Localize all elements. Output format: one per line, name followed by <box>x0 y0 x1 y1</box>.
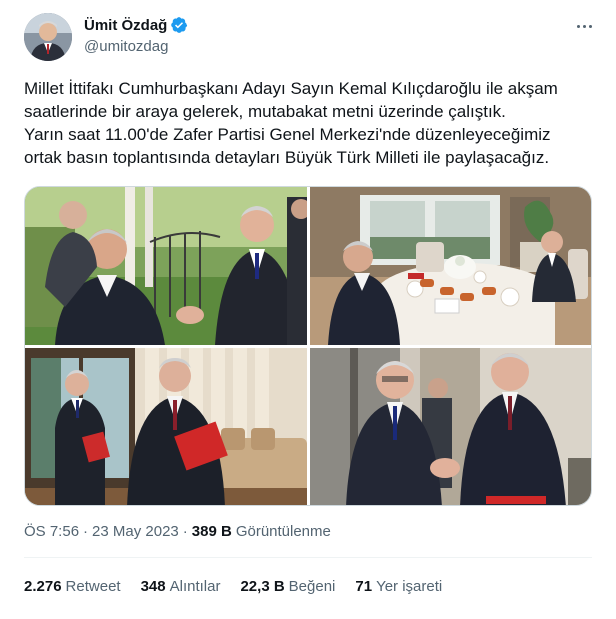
likes-count: 22,3 B <box>240 578 285 595</box>
bookmarks-count: 71 <box>355 578 373 595</box>
divider <box>24 557 592 558</box>
quotes-label: Alıntılar <box>169 578 221 595</box>
photo-handshake-indoors[interactable] <box>310 348 591 505</box>
tweet-text-line: ortak basın toplantısında detayları Büyü… <box>24 148 550 167</box>
meta-separator: · <box>182 523 188 540</box>
retweets-stat[interactable]: 2.276 Retweet <box>24 578 121 595</box>
tweet-date[interactable]: 23 May 2023 <box>92 523 179 540</box>
bookmarks-label: Yer işareti <box>376 578 443 595</box>
photo-red-folders[interactable] <box>25 348 307 505</box>
tweet-time[interactable]: ÖS 7:56 <box>24 523 79 540</box>
more-options-icon[interactable] <box>572 14 596 38</box>
tweet-text-line: saatlerinde bir araya gelerek, mutabakat… <box>24 102 506 121</box>
author-display-name[interactable]: Ümit Özdağ <box>84 17 167 34</box>
engagement-stats: 2.276 Retweet 348 Alıntılar 22,3 B Beğen… <box>24 578 442 595</box>
views-count: 389 B <box>191 523 232 540</box>
author-handle[interactable]: @umitozdag <box>84 38 168 55</box>
tweet-text-line: Yarın saat 11.00'de Zafer Partisi Genel … <box>24 125 551 144</box>
tweet-meta: ÖS 7:56 · 23 May 2023 · 389 B Görüntülen… <box>24 523 331 540</box>
retweets-count: 2.276 <box>24 578 62 595</box>
tweet-text-line: Millet İttifakı Cumhurbaşkanı Adayı Sayı… <box>24 79 558 98</box>
avatar[interactable] <box>24 13 72 61</box>
verified-badge-icon <box>170 16 188 34</box>
likes-stat[interactable]: 22,3 B Beğeni <box>240 578 335 595</box>
meta-separator: · <box>83 523 89 540</box>
views-label: Görüntülenme <box>235 523 331 540</box>
photo-dinner-meeting[interactable] <box>310 187 591 345</box>
quotes-count: 348 <box>140 578 166 595</box>
likes-label: Beğeni <box>288 578 336 595</box>
quotes-stat[interactable]: 348 Alıntılar <box>141 578 221 595</box>
retweets-label: Retweet <box>65 578 121 595</box>
photo-handshake-outdoors[interactable] <box>25 187 307 345</box>
tweet-text: Millet İttifakı Cumhurbaşkanı Adayı Sayı… <box>24 77 594 169</box>
bookmarks-stat[interactable]: 71 Yer işareti <box>355 578 442 595</box>
media-grid <box>24 186 592 506</box>
author-name-row: Ümit Özdağ <box>84 16 188 34</box>
tweet-card: Ümit Özdağ @umitozdag Millet İttifakı Cu… <box>0 0 616 619</box>
